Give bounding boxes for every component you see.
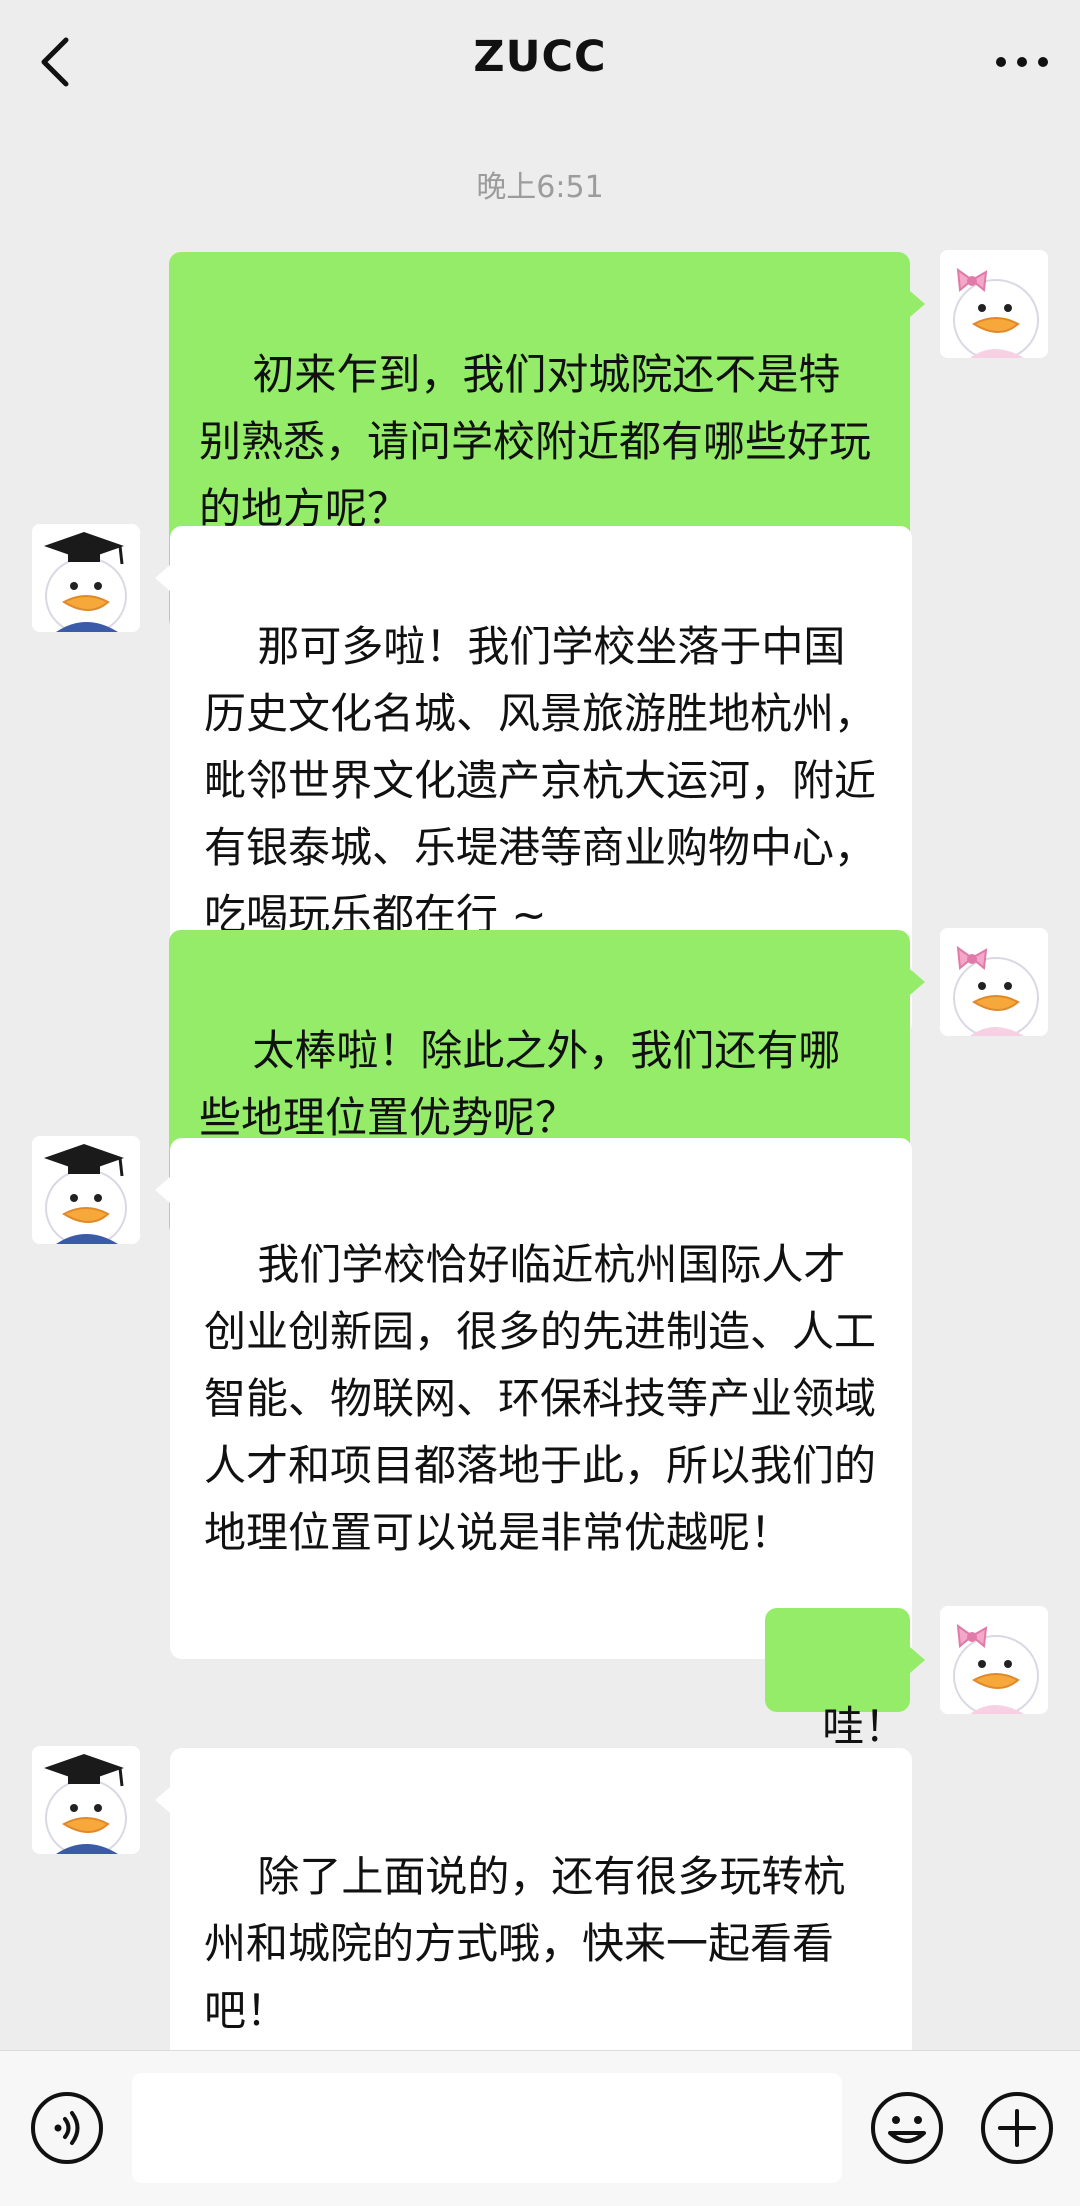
girl-duck-avatar[interactable] [940,928,1048,1036]
emoji-icon [871,2092,943,2164]
graduate-duck-avatar[interactable] [32,524,140,632]
more-dots-icon [996,57,1048,67]
message-text: 那可多啦！我们学校坐落于中国历史文化名城、风景旅游胜地杭州，毗邻世界文化遗产京杭… [204,622,877,939]
girl-duck-avatar[interactable] [940,1606,1048,1714]
message-bubble-incoming[interactable]: 我们学校恰好临近杭州国际人才创业创新园，很多的先进制造、人工智能、物联网、环保科… [170,1138,912,1659]
message-text: 初来乍到，我们对城院还不是特别熟悉，请问学校附近都有哪些好玩的地方呢？ [199,350,872,533]
emoji-button[interactable] [868,2089,946,2167]
bubble-tail [155,1787,170,1813]
voice-icon [31,2092,103,2164]
message-input[interactable] [132,2073,842,2183]
graduate-duck-avatar[interactable] [32,1136,140,1244]
voice-button[interactable] [28,2089,106,2167]
graduate-duck-avatar[interactable] [32,1746,140,1854]
chat-header: ZUCC [0,0,1080,125]
message-bubble-outgoing[interactable]: 哇！ [765,1608,910,1751]
input-bar [0,2050,1080,2206]
bubble-tail [910,291,925,317]
message-text: 我们学校恰好临近杭州国际人才创业创新园，很多的先进制造、人工智能、物联网、环保科… [204,1240,877,1557]
message-timestamp: 晚上6:51 [476,170,604,205]
more-button[interactable] [992,42,1052,82]
girl-duck-avatar[interactable] [940,250,1048,358]
bubble-tail [155,565,170,591]
bubble-tail [910,969,925,995]
message-text: 太棒啦！除此之外，我们还有哪些地理位置优势呢？ [199,1026,841,1142]
message-text: 哇！ [822,1702,907,1751]
plus-icon [981,2092,1053,2164]
bubble-tail [910,1647,925,1673]
message-text: 除了上面说的，还有很多玩转杭州和城院的方式哦，快来一起看看吧！ [204,1852,846,2035]
plus-button[interactable] [978,2089,1056,2167]
chat-title: ZUCC [473,32,607,82]
bubble-tail [155,1177,170,1203]
chat-page: ZUCC 晚上6:51 初来乍到，我们对城院还不是特别熟悉，请问学校附近都有哪些… [0,0,1080,2206]
